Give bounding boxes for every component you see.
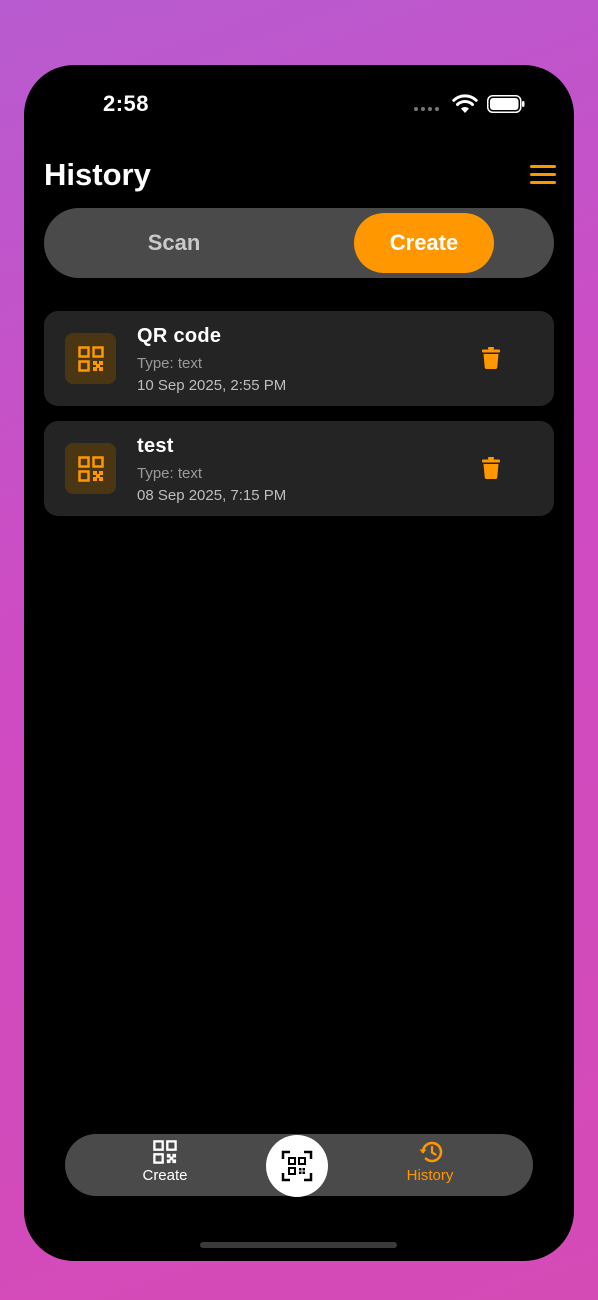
home-indicator xyxy=(200,1242,397,1248)
history-item-title: QR code xyxy=(137,325,222,347)
qr-code-icon xyxy=(65,443,116,494)
trash-icon[interactable] xyxy=(482,347,500,369)
menu-icon[interactable] xyxy=(530,165,556,187)
tab-create-label: Create xyxy=(142,1167,188,1184)
qr-scan-icon xyxy=(281,1150,313,1182)
history-clock-icon xyxy=(419,1141,443,1163)
scan-create-segmented-control: Scan Create xyxy=(44,208,554,278)
status-time: 2:58 xyxy=(103,91,150,116)
history-item[interactable]: QR code Type: text 10 Sep 2025, 2:55 PM xyxy=(44,311,554,406)
history-item-date: 10 Sep 2025, 2:55 PM xyxy=(137,377,287,394)
page-title: History xyxy=(44,157,151,192)
battery-icon xyxy=(487,95,525,113)
scan-button[interactable] xyxy=(266,1135,328,1197)
signal-icon xyxy=(414,107,439,111)
qr-code-icon xyxy=(65,333,116,384)
create-segment-button[interactable]: Create xyxy=(354,213,494,273)
history-item-date: 08 Sep 2025, 7:15 PM xyxy=(137,487,287,504)
qr-grid-icon xyxy=(153,1140,177,1164)
tab-create[interactable]: Create xyxy=(105,1140,225,1192)
history-item[interactable]: test Type: text 08 Sep 2025, 7:15 PM xyxy=(44,421,554,516)
trash-icon[interactable] xyxy=(482,457,500,479)
tab-history[interactable]: History xyxy=(370,1140,490,1192)
history-item-type: Type: text xyxy=(137,355,203,372)
tab-history-label: History xyxy=(406,1167,454,1184)
wifi-icon xyxy=(452,94,478,113)
history-item-type: Type: text xyxy=(137,465,203,482)
history-item-title: test xyxy=(137,435,174,457)
status-bar: 2:58 xyxy=(24,65,574,145)
scan-segment-button[interactable]: Scan xyxy=(74,213,274,273)
phone-screen: 2:58 History Scan Create QR code Type: t… xyxy=(24,65,574,1261)
history-list: QR code Type: text 10 Sep 2025, 2:55 PM xyxy=(44,311,554,531)
